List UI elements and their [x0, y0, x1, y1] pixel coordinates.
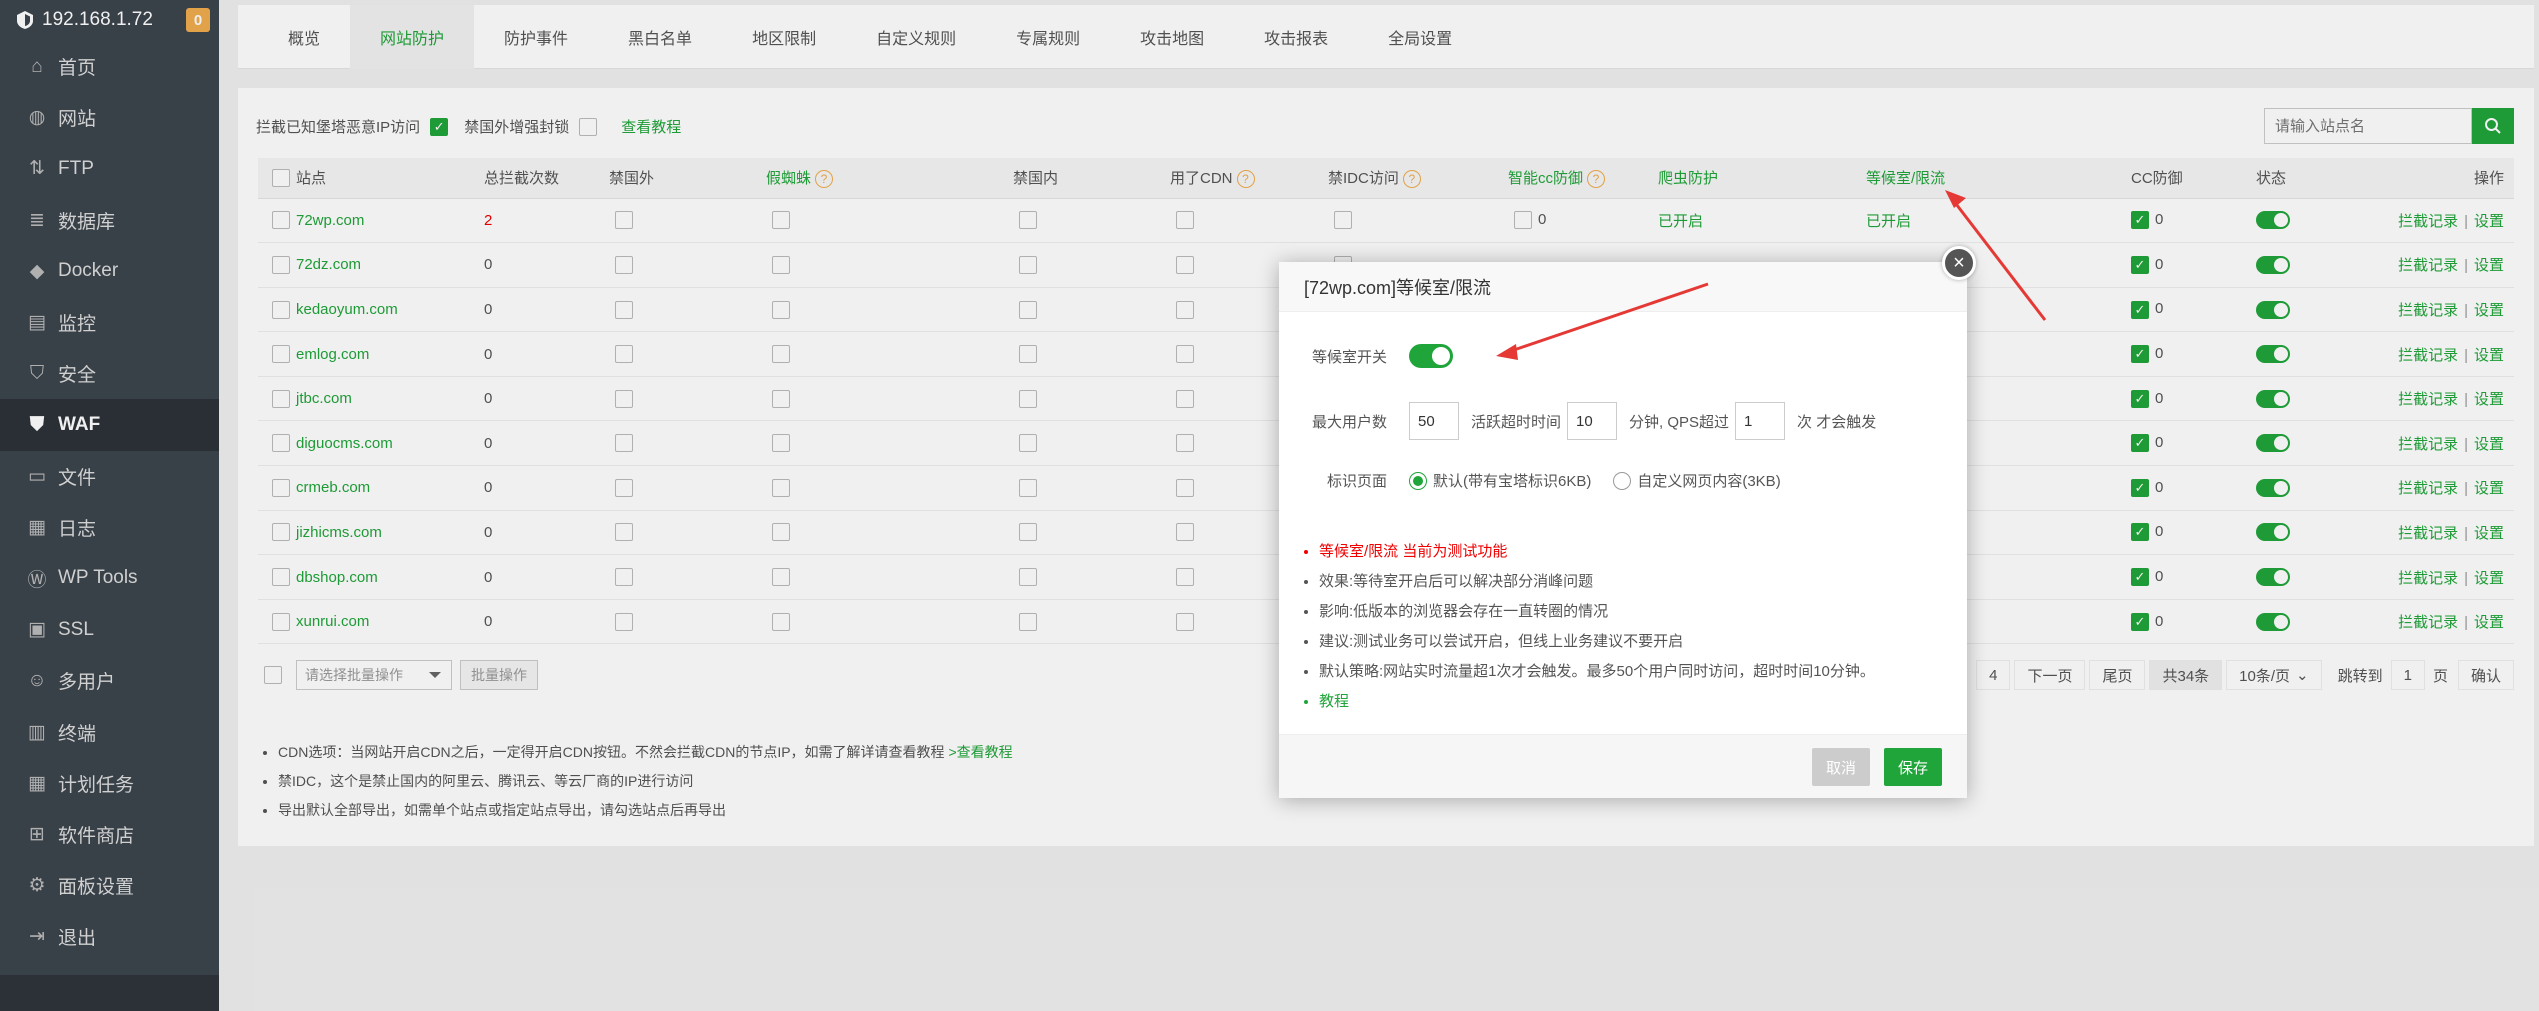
annotation-arrowhead: [1496, 344, 1518, 360]
annotation-arrows: [1496, 190, 2047, 360]
annotation-arrowhead: [1945, 190, 1966, 208]
annotation-arrow: [1951, 199, 2047, 321]
annotation-arrow: [1507, 282, 1709, 354]
